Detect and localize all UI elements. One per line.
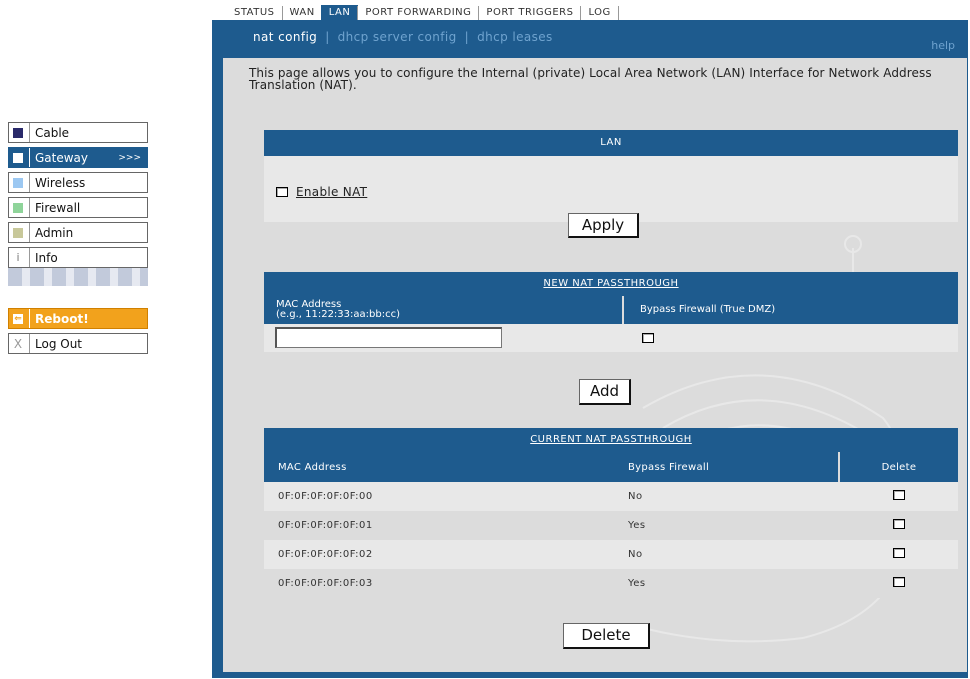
info-icon: i — [16, 251, 20, 264]
lan-header: LAN — [264, 130, 958, 156]
row-mac: 0F:0F:0F:0F:0F:02 — [264, 540, 614, 569]
gateway-color-icon — [13, 152, 23, 163]
table-row: 0F:0F:0F:0F:0F:01 Yes — [264, 511, 958, 540]
table-row: 0F:0F:0F:0F:0F:02 No — [264, 540, 958, 569]
subnav-dhcp-server-config[interactable]: dhcp server config — [338, 30, 457, 44]
col-bypass-firewall: Bypass Firewall — [614, 452, 839, 482]
row-mac: 0F:0F:0F:0F:0F:03 — [264, 569, 614, 598]
row-bypass: Yes — [614, 569, 839, 598]
cable-color-icon — [13, 127, 23, 138]
bypass-firewall-label: Bypass Firewall (True DMZ) — [640, 304, 776, 315]
nav-gateway-label: Gateway — [35, 150, 89, 165]
nav-cable[interactable]: Cable — [8, 122, 148, 143]
row-delete-checkbox[interactable] — [892, 490, 905, 500]
tab-wan[interactable]: WAN — [281, 6, 322, 20]
nav-cable-label: Cable — [35, 125, 70, 140]
nav-firewall[interactable]: Firewall — [8, 197, 148, 218]
reboot-icon: ⇐ — [13, 313, 23, 324]
nav-firewall-label: Firewall — [35, 200, 81, 215]
row-mac: 0F:0F:0F:0F:0F:01 — [264, 511, 614, 540]
bypass-firewall-checkbox[interactable] — [642, 333, 654, 343]
admin-color-icon — [13, 227, 23, 238]
logout-label: Log Out — [35, 336, 83, 351]
new-nat-passthrough-section: NEW NAT PASSTHROUGH MAC Address (e.g., 1… — [264, 272, 958, 352]
table-row: 0F:0F:0F:0F:0F:00 No — [264, 482, 958, 511]
nav-decoration — [8, 268, 148, 286]
tab-lan[interactable]: LAN — [320, 5, 359, 21]
firewall-color-icon — [13, 202, 23, 213]
reboot-button[interactable]: ⇐ Reboot! — [8, 308, 148, 329]
table-row: 0F:0F:0F:0F:0F:03 Yes — [264, 569, 958, 598]
reboot-label: Reboot! — [35, 311, 89, 326]
row-delete-checkbox[interactable] — [892, 519, 905, 529]
nav-admin-label: Admin — [35, 225, 74, 240]
sub-nav: nat config | dhcp server config | dhcp lease… — [253, 30, 955, 52]
content-panel: This page allows you to configure the In… — [223, 58, 967, 672]
row-bypass: No — [614, 540, 839, 569]
col-mac-address: MAC Address — [264, 452, 614, 482]
passthrough-table: MAC Address Bypass Firewall Delete 0F:0F… — [264, 452, 958, 598]
nav-info-label: Info — [35, 250, 58, 265]
row-bypass: No — [614, 482, 839, 511]
lan-section: LAN Enable NAT — [264, 130, 958, 222]
top-tabs: STATUS WAN LAN PORT FORWARDING PORT TRIG… — [227, 5, 619, 21]
add-button[interactable]: Add — [579, 379, 631, 405]
enable-nat-row: Enable NAT — [276, 185, 367, 199]
subnav-nat-config[interactable]: nat config — [253, 30, 317, 44]
nav-gateway[interactable]: Gateway >>> — [8, 147, 148, 168]
enable-nat-label[interactable]: Enable NAT — [296, 185, 367, 199]
wireless-color-icon — [13, 177, 23, 188]
tab-port-forwarding[interactable]: PORT FORWARDING — [357, 6, 479, 20]
subnav-dhcp-leases[interactable]: dhcp leases — [477, 30, 553, 44]
current-nat-header: CURRENT NAT PASSTHROUGH — [530, 434, 692, 445]
enable-nat-checkbox[interactable] — [276, 187, 288, 197]
mac-address-hint: (e.g., 11:22:33:aa:bb:cc) — [276, 309, 400, 320]
apply-button[interactable]: Apply — [568, 213, 639, 238]
close-icon: X — [13, 336, 23, 351]
current-nat-passthrough-section: CURRENT NAT PASSTHROUGH MAC Address Bypa… — [264, 428, 958, 598]
left-nav: Cable Gateway >>> Wireless Firewall Admi… — [8, 122, 148, 358]
row-delete-checkbox[interactable] — [892, 577, 905, 587]
tab-port-triggers[interactable]: PORT TRIGGERS — [478, 6, 581, 20]
row-delete-checkbox[interactable] — [892, 548, 905, 558]
row-mac: 0F:0F:0F:0F:0F:00 — [264, 482, 614, 511]
nav-wireless[interactable]: Wireless — [8, 172, 148, 193]
page-description: This page allows you to configure the In… — [249, 66, 932, 92]
mac-address-input[interactable] — [275, 327, 502, 348]
tab-status[interactable]: STATUS — [227, 6, 282, 20]
nav-admin[interactable]: Admin — [8, 222, 148, 243]
nav-wireless-label: Wireless — [35, 175, 86, 190]
row-bypass: Yes — [614, 511, 839, 540]
new-nat-header: NEW NAT PASSTHROUGH — [543, 278, 679, 289]
help-link[interactable]: help — [931, 39, 955, 52]
logout-button[interactable]: X Log Out — [8, 333, 148, 354]
main-frame: nat config | dhcp server config | dhcp lease… — [212, 20, 968, 678]
tab-log[interactable]: LOG — [580, 6, 619, 20]
chevron-right-icon: >>> — [118, 152, 141, 163]
nav-info[interactable]: i Info — [8, 247, 148, 268]
delete-button[interactable]: Delete — [563, 623, 650, 649]
col-delete: Delete — [838, 452, 958, 482]
